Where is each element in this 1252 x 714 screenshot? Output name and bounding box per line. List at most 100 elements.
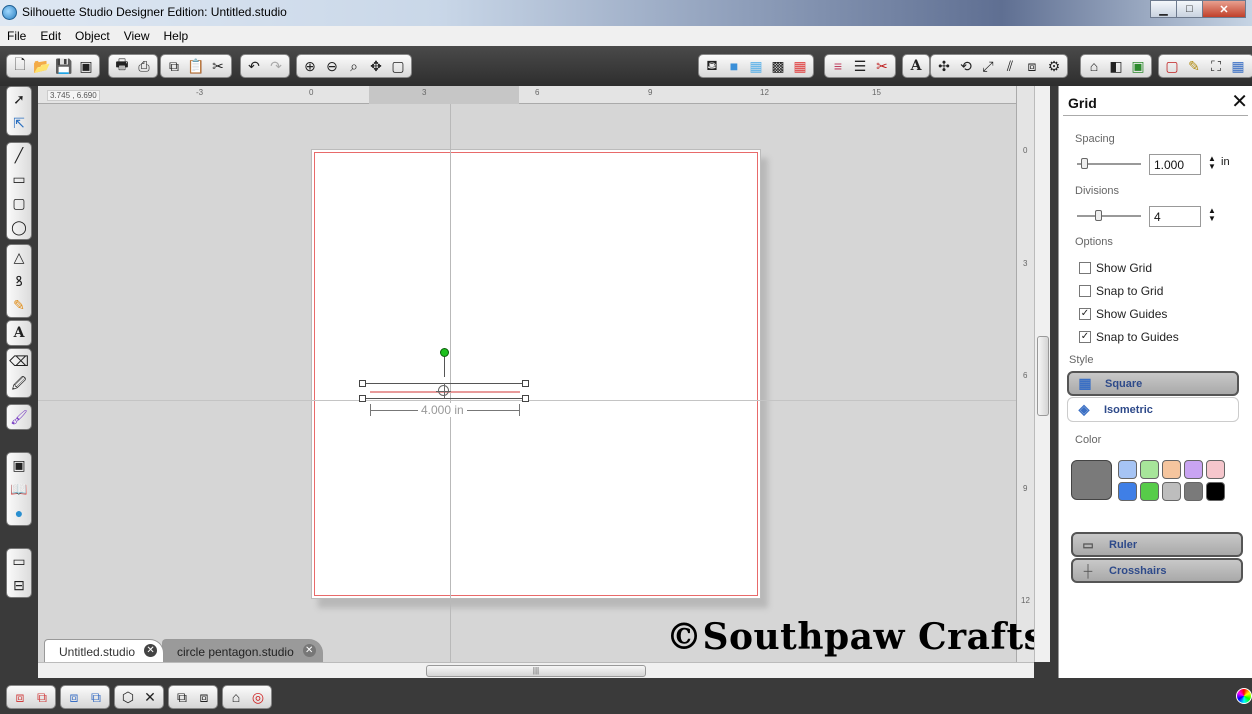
grid-settings-icon[interactable]: ▦ [1227, 56, 1249, 76]
copy-icon[interactable]: ⧉ [163, 56, 185, 76]
save-to-library-icon[interactable]: ▣ [75, 56, 97, 76]
split-pane-icon[interactable]: ⊟ [8, 573, 30, 597]
page-view-icon[interactable]: ▣ [8, 453, 30, 477]
library-view-icon[interactable]: 📖 [8, 477, 30, 501]
fill-bucket-icon[interactable]: ⛾ [701, 56, 723, 76]
fit-to-page-icon[interactable]: ▢ [387, 56, 409, 76]
print-icon[interactable]: 🖶 [111, 56, 133, 76]
new-file-icon[interactable]: 🗋 [9, 56, 31, 76]
color-wheel-icon[interactable] [1236, 688, 1252, 704]
color-swatch-light-blue[interactable] [1118, 460, 1137, 479]
polygon-tool-icon[interactable]: △ [8, 245, 30, 269]
freehand-tool-icon[interactable]: ✎ [8, 293, 30, 317]
rounded-rect-tool-icon[interactable]: ▢ [8, 191, 30, 215]
bring-to-front-icon[interactable]: ⧉ [171, 687, 193, 707]
panel-close-icon[interactable]: ✕ [1231, 92, 1248, 112]
divisions-input[interactable]: 4 [1149, 206, 1201, 227]
color-swatch-gray[interactable] [1184, 482, 1203, 501]
rectangle-tool-icon[interactable]: ▭ [8, 167, 30, 191]
snap-to-grid-option[interactable]: Snap to Grid [1079, 284, 1163, 298]
color-swatch-peach[interactable] [1162, 460, 1181, 479]
library-icon[interactable]: ⌂ [1083, 56, 1105, 76]
cutting-mat-page[interactable] [311, 149, 761, 599]
align-icon[interactable]: ✣ [933, 56, 955, 76]
edit-points-icon[interactable]: ⇱ [8, 111, 30, 135]
color-swatch-light-green[interactable] [1140, 460, 1159, 479]
style-isometric-button[interactable]: ◈ Isometric [1067, 397, 1239, 422]
replicate-icon[interactable]: ⧈ [1021, 56, 1043, 76]
knife-tool-icon[interactable]: 🖉 [8, 373, 30, 397]
text-tool-icon[interactable]: A [8, 321, 30, 345]
crosshairs-button[interactable]: ┼ Crosshairs [1071, 558, 1243, 583]
zoom-select-icon[interactable]: ⌕ [343, 56, 365, 76]
ungroup-icon[interactable]: ⧉ [31, 687, 53, 707]
show-grid-option[interactable]: Show Grid [1079, 261, 1152, 275]
menu-object[interactable]: Object [68, 26, 117, 46]
group-icon[interactable]: ⧈ [9, 687, 31, 707]
menu-edit[interactable]: Edit [33, 26, 68, 46]
fullscreen-icon[interactable]: ⛶ [1205, 56, 1227, 76]
fill-color-icon[interactable]: ■ [723, 56, 745, 76]
close-window-button[interactable]: ✕ [1202, 0, 1246, 18]
paint-brush-icon[interactable]: 🖌 [8, 405, 30, 429]
snap-to-guides-option[interactable]: ✓ Snap to Guides [1079, 330, 1179, 344]
rotate-icon[interactable]: ⟲ [955, 56, 977, 76]
selected-grid-color[interactable] [1071, 460, 1112, 500]
style-square-button[interactable]: ▦ Square [1067, 371, 1239, 396]
spacing-input[interactable]: 1.000 [1149, 154, 1201, 175]
tab-close-icon[interactable]: ✕ [144, 644, 158, 657]
delete-icon[interactable]: ✕ [139, 687, 161, 707]
resize-handle-bottom-left[interactable] [359, 395, 366, 402]
rotate-handle[interactable] [440, 348, 449, 357]
vertical-scrollbar[interactable] [1034, 86, 1050, 662]
color-swatch-green[interactable] [1140, 482, 1159, 501]
zoom-out-icon[interactable]: ⊖ [321, 56, 343, 76]
cut-settings-icon[interactable]: ▣ [1127, 56, 1149, 76]
sketch-icon[interactable]: ✎ [1183, 56, 1205, 76]
color-swatch-pink[interactable] [1206, 460, 1225, 479]
make-compound-icon[interactable]: ⧈ [63, 687, 85, 707]
color-swatch-lavender[interactable] [1184, 460, 1203, 479]
shear-icon[interactable]: ⫽ [999, 56, 1021, 76]
design-canvas[interactable]: 3.745 , 6.690 -3 0 3 6 9 12 15 0 3 6 9 1… [38, 86, 1034, 662]
menu-help[interactable]: Help [157, 26, 196, 46]
eraser-tool-icon[interactable]: ⌫ [8, 349, 30, 373]
modify-icon[interactable]: ⬡ [117, 687, 139, 707]
scale-icon[interactable]: ⤢ [977, 56, 999, 76]
fill-gradient-icon[interactable]: ▦ [745, 56, 767, 76]
trace-icon[interactable]: ⌂ [225, 687, 247, 707]
horizontal-scrollbar[interactable]: ||| [38, 662, 1034, 678]
tab-circle-pentagon[interactable]: circle pentagon.studio ✕ [162, 639, 323, 662]
line-style-icon[interactable]: ≡ [827, 56, 849, 76]
pan-icon[interactable]: ✥ [365, 56, 387, 76]
save-icon[interactable]: 💾 [53, 56, 75, 76]
resize-handle-bottom-right[interactable] [522, 395, 529, 402]
offset-icon[interactable]: ⚙ [1043, 56, 1065, 76]
color-swatch-light-gray[interactable] [1162, 482, 1181, 501]
text-style-icon[interactable]: A [905, 56, 927, 76]
fill-pattern-icon[interactable]: ▩ [767, 56, 789, 76]
spacing-stepper[interactable]: ▲ ▼ [1207, 155, 1217, 171]
page-setup-icon[interactable]: ▢ [1161, 56, 1183, 76]
line-width-icon[interactable]: ☰ [849, 56, 871, 76]
resize-handle-top-left[interactable] [359, 380, 366, 387]
ruler-button[interactable]: ▭ Ruler [1071, 532, 1243, 557]
color-swatch-blue[interactable] [1118, 482, 1137, 501]
cut-style-icon[interactable]: ✂ [871, 56, 893, 76]
minimize-button[interactable]: ▁ [1150, 0, 1177, 18]
divisions-slider[interactable] [1077, 210, 1141, 221]
snap-to-grid-checkbox[interactable] [1079, 285, 1091, 297]
send-to-back-icon[interactable]: ⧈ [193, 687, 215, 707]
registration-marks-icon[interactable]: ◎ [247, 687, 269, 707]
horizontal-scroll-thumb[interactable]: ||| [426, 665, 646, 677]
spacing-slider[interactable] [1077, 158, 1141, 169]
undo-icon[interactable]: ↶ [243, 56, 265, 76]
single-pane-icon[interactable]: ▭ [8, 549, 30, 573]
divisions-slider-knob[interactable] [1095, 210, 1102, 221]
zoom-in-icon[interactable]: ⊕ [299, 56, 321, 76]
resize-handle-top-right[interactable] [522, 380, 529, 387]
tab-close-icon[interactable]: ✕ [302, 644, 316, 657]
spacing-slider-knob[interactable] [1081, 158, 1088, 169]
curve-tool-icon[interactable]: ꝸ [8, 269, 30, 293]
show-guides-option[interactable]: ✓ Show Guides [1079, 307, 1167, 321]
